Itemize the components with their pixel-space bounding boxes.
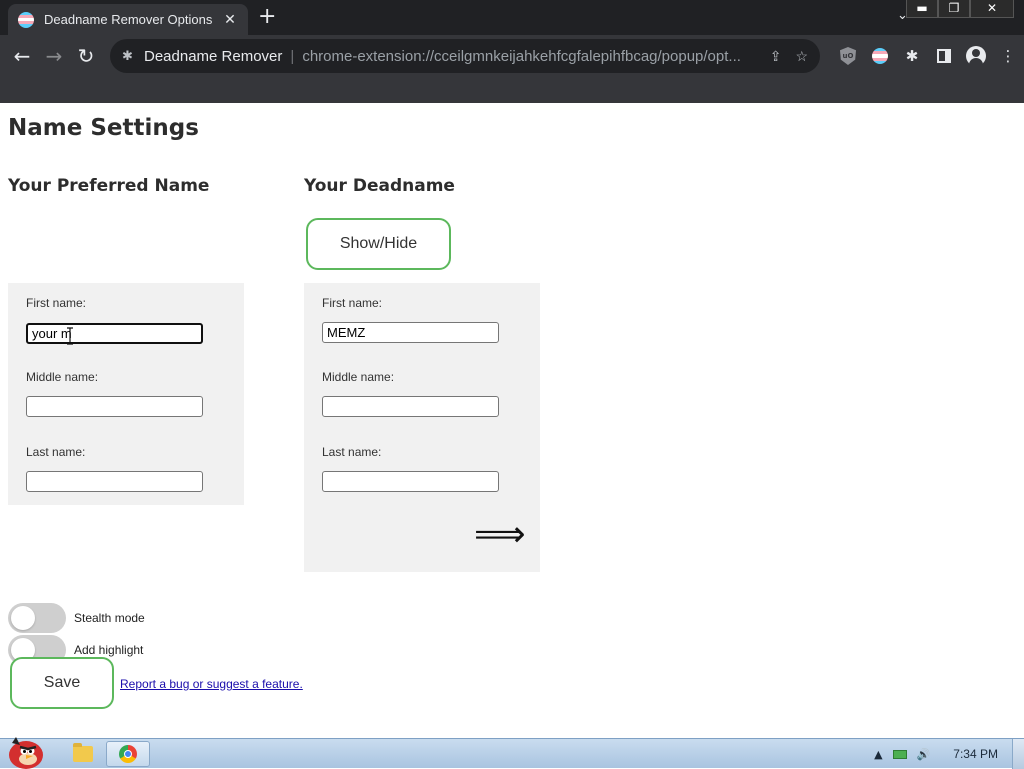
folder-icon <box>73 743 93 762</box>
preferred-name-heading: Your Preferred Name <box>8 176 210 196</box>
extension-puzzle-icon: ✱ <box>122 48 133 63</box>
page-title: Name Settings <box>8 115 199 141</box>
deadname-last-name-input[interactable] <box>322 471 499 492</box>
start-button-bird-icon[interactable] <box>2 731 48 769</box>
deadname-last-name-label: Last name: <box>322 445 382 459</box>
back-button[interactable]: ← <box>7 41 37 71</box>
stealth-mode-row: Stealth mode <box>8 603 145 633</box>
save-button[interactable]: Save <box>10 657 114 709</box>
bookmark-star-icon[interactable]: ☆ <box>795 48 808 65</box>
deadname-middle-name-input[interactable] <box>322 396 499 417</box>
window-controls: ▬ ❐ ✕ <box>906 0 1014 18</box>
reload-button[interactable]: ↻ <box>71 41 101 71</box>
add-more-names-arrow-icon[interactable]: ⟹ <box>474 515 526 555</box>
system-tray: ▲ 🔊 7:34 PM <box>869 739 1024 769</box>
profile-button[interactable] <box>960 41 992 71</box>
taskbar-clock[interactable]: 7:34 PM <box>953 747 998 761</box>
trans-flag-icon <box>872 48 888 64</box>
show-hide-button[interactable]: Show/Hide <box>306 218 451 270</box>
deadname-first-name-input[interactable] <box>322 322 499 343</box>
extension-icons: uO ✱ ⋮ <box>832 41 1024 71</box>
taskbar: ▲ 🔊 7:34 PM <box>0 737 1024 769</box>
preferred-middle-name-input[interactable] <box>26 396 203 417</box>
preferred-name-panel: First name: Middle name: Last name: <box>8 283 244 505</box>
options-page: Name Settings Your Preferred Name Your D… <box>0 103 1024 738</box>
tab-deadname-remover-options[interactable]: Deadname Remover Options ✕ <box>8 4 248 35</box>
chrome-icon <box>119 745 137 763</box>
preferred-first-name-label: First name: <box>26 296 87 310</box>
taskbar-explorer[interactable] <box>62 741 104 767</box>
ublock-shield: uO <box>840 47 856 65</box>
report-bug-link[interactable]: Report a bug or suggest a feature. <box>120 677 303 691</box>
deadname-panel: First name: Middle name: Last name: ⟹ <box>304 283 540 572</box>
toggle-knob <box>11 606 35 630</box>
deadname-remover-extension-icon[interactable] <box>864 41 896 71</box>
share-icon[interactable]: ⇪ <box>770 48 782 65</box>
add-highlight-label: Add highlight <box>74 643 144 657</box>
profile-avatar-icon <box>966 46 986 66</box>
stealth-mode-toggle[interactable] <box>8 603 66 633</box>
omnibox-site-name: Deadname Remover <box>144 47 283 65</box>
deadname-first-name-label: First name: <box>322 296 383 310</box>
tab-strip: Deadname Remover Options ✕ + ⌄ ▬ ❐ ✕ <box>0 0 1024 35</box>
trans-flag-favicon-icon <box>18 11 34 28</box>
power-icon[interactable] <box>892 749 907 759</box>
side-panel-button[interactable] <box>928 41 960 71</box>
taskbar-chrome[interactable] <box>106 741 150 767</box>
tab-title: Deadname Remover Options <box>44 12 213 27</box>
show-desktop-button[interactable] <box>1012 739 1024 769</box>
omnibox-url[interactable]: chrome-extension://cceilgmnkeijahkehfcgf… <box>302 48 755 65</box>
address-bar[interactable]: ✱ Deadname Remover | chrome-extension://… <box>110 39 820 73</box>
preferred-last-name-label: Last name: <box>26 445 86 459</box>
browser-toolbar: ← → ↻ ✱ Deadname Remover | chrome-extens… <box>0 35 1024 103</box>
deadname-middle-name-label: Middle name: <box>322 370 395 384</box>
volume-icon[interactable]: 🔊 <box>917 748 931 761</box>
preferred-first-name-input[interactable] <box>26 323 203 344</box>
new-tab-button[interactable]: + <box>258 5 276 29</box>
side-panel-icon <box>937 49 951 63</box>
omnibox-separator: | <box>290 47 295 65</box>
maximize-button[interactable]: ❐ <box>938 0 970 18</box>
stealth-mode-label: Stealth mode <box>74 611 145 625</box>
close-window-button[interactable]: ✕ <box>970 0 1014 18</box>
ublock-origin-icon[interactable]: uO <box>832 41 864 71</box>
tray-overflow-arrow-icon[interactable]: ▲ <box>874 748 882 761</box>
chrome-menu-icon[interactable]: ⋮ <box>992 41 1024 71</box>
preferred-middle-name-label: Middle name: <box>26 370 99 384</box>
deadname-heading: Your Deadname <box>304 176 455 196</box>
minimize-button[interactable]: ▬ <box>906 0 938 18</box>
tab-close-icon[interactable]: ✕ <box>222 12 238 28</box>
extensions-puzzle-icon[interactable]: ✱ <box>896 41 928 71</box>
forward-button[interactable]: → <box>39 41 69 71</box>
preferred-last-name-input[interactable] <box>26 471 203 492</box>
